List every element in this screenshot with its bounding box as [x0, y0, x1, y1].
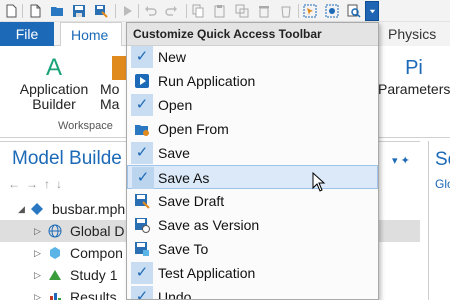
- menu-item-save[interactable]: ✓ Save: [127, 141, 378, 165]
- checkmark-icon: ✓: [131, 286, 153, 299]
- group-label-workspace: Workspace: [58, 120, 113, 132]
- separator: [22, 4, 23, 18]
- pin-icon[interactable]: ▾ ✦: [392, 154, 410, 167]
- checkmark-icon: ✓: [132, 167, 154, 189]
- select-icon[interactable]: [302, 3, 318, 19]
- menu-item-label: Save To: [158, 241, 209, 257]
- study-icon: [49, 270, 61, 280]
- menu-item-undo[interactable]: ✓ Undo: [127, 285, 378, 300]
- tree-item-label: Study 1: [70, 267, 118, 283]
- parameters-label: Parameters: [378, 81, 450, 97]
- tree-item-label: Results: [70, 289, 117, 300]
- checkmark-icon: ✓: [131, 94, 153, 116]
- menu-item-label: Open: [158, 97, 193, 113]
- quick-access-toolbar: [0, 0, 450, 22]
- save-draft-icon: [135, 194, 150, 209]
- model-builder-title: Model Builde: [12, 148, 122, 169]
- menu-item-label: Save Draft: [158, 193, 225, 209]
- save-as-icon[interactable]: [93, 3, 109, 19]
- tree-item-label: Global D: [70, 223, 125, 239]
- separator: [186, 4, 187, 18]
- open-icon[interactable]: [49, 3, 65, 19]
- build-icon[interactable]: [324, 3, 340, 19]
- run-app-icon: [135, 74, 149, 88]
- component-icon: [50, 247, 60, 259]
- paste-icon[interactable]: [212, 3, 228, 19]
- menu-item-save-draft[interactable]: Save Draft: [127, 189, 378, 213]
- expand-icon[interactable]: ▷: [34, 286, 41, 300]
- menu-header: Customize Quick Access Toolbar: [127, 23, 378, 46]
- down-icon[interactable]: ↓: [56, 177, 62, 191]
- menu-item-test-application[interactable]: ✓ Test Application: [127, 261, 378, 285]
- back-icon[interactable]: ←: [8, 177, 20, 191]
- application-builder-button[interactable]: A Application Builder: [14, 54, 94, 112]
- separator: [115, 4, 116, 18]
- copy-icon[interactable]: [190, 3, 206, 19]
- settings-subtitle: Glo: [435, 177, 450, 191]
- tree-item-label: Compon: [70, 245, 123, 261]
- globe-icon: [48, 224, 62, 238]
- menu-item-label: Run Application: [158, 73, 256, 89]
- separator: [138, 4, 139, 18]
- tree-item-label: busbar.mph: [52, 201, 126, 217]
- customize-qat-menu: Customize Quick Access Toolbar ✓ New Run…: [126, 22, 379, 300]
- expand-icon[interactable]: ▷: [34, 242, 41, 264]
- tab-home[interactable]: Home: [60, 22, 122, 47]
- menu-item-label: Save As: [158, 170, 210, 186]
- save-version-icon: [135, 218, 150, 233]
- search-icon[interactable]: [346, 3, 362, 19]
- menu-item-save-as[interactable]: ✓ Save As: [127, 165, 378, 189]
- checkmark-icon: ✓: [131, 262, 153, 284]
- menu-item-save-as-version[interactable]: Save as Version: [127, 213, 378, 237]
- menu-item-open[interactable]: ✓ Open: [127, 93, 378, 117]
- parameters-button[interactable]: Pi Parameters: [378, 54, 450, 97]
- tab-physics[interactable]: Physics: [378, 22, 450, 46]
- menu-item-label: Test Application: [158, 265, 256, 281]
- menu-item-label: New: [158, 49, 187, 65]
- collapse-icon[interactable]: ◢: [18, 198, 25, 220]
- parameters-icon: Pi: [405, 57, 423, 79]
- results-icon: [50, 293, 61, 300]
- settings-pane: Se Glo: [428, 141, 450, 300]
- checkmark-icon: ✓: [131, 142, 153, 164]
- delete-icon[interactable]: [256, 3, 272, 19]
- application-builder-label-2: Builder: [32, 96, 76, 112]
- save-to-icon: [135, 242, 149, 256]
- document-icon[interactable]: [3, 3, 19, 19]
- tree-nav-toolbar: ← → ↑ ↓: [8, 177, 62, 191]
- new-icon[interactable]: [27, 3, 43, 19]
- forward-icon[interactable]: →: [26, 177, 38, 191]
- menu-item-run-application[interactable]: Run Application: [127, 69, 378, 93]
- redo-icon[interactable]: [164, 3, 180, 19]
- mouse-cursor-icon: [312, 172, 326, 192]
- menu-item-new[interactable]: ✓ New: [127, 45, 378, 69]
- open-from-icon: [135, 125, 149, 136]
- menu-item-label: Save: [158, 145, 190, 161]
- application-builder-label-1: Application: [19, 81, 89, 97]
- model-icon: [31, 203, 43, 215]
- checkmark-icon: ✓: [131, 46, 153, 68]
- qat-dropdown-button[interactable]: [365, 1, 379, 21]
- application-builder-icon: A: [45, 54, 62, 81]
- run-icon[interactable]: [119, 3, 135, 19]
- duplicate-icon[interactable]: [234, 3, 250, 19]
- expand-icon[interactable]: ▷: [34, 264, 41, 286]
- tab-file[interactable]: File: [0, 22, 54, 46]
- up-icon[interactable]: ↑: [44, 177, 50, 191]
- separator: [298, 4, 299, 18]
- menu-item-label: Save as Version: [158, 217, 260, 233]
- chevron-down-icon: [369, 9, 375, 13]
- undo-icon[interactable]: [142, 3, 158, 19]
- settings-title: Se: [435, 149, 450, 170]
- menu-item-label: Undo: [158, 289, 192, 300]
- expand-icon[interactable]: ▷: [34, 220, 41, 242]
- menu-item-open-from[interactable]: Open From: [127, 117, 378, 141]
- menu-item-label: Open From: [158, 121, 229, 137]
- menu-item-save-to[interactable]: Save To: [127, 237, 378, 261]
- save-icon[interactable]: [71, 3, 87, 19]
- trash-icon[interactable]: [278, 3, 294, 19]
